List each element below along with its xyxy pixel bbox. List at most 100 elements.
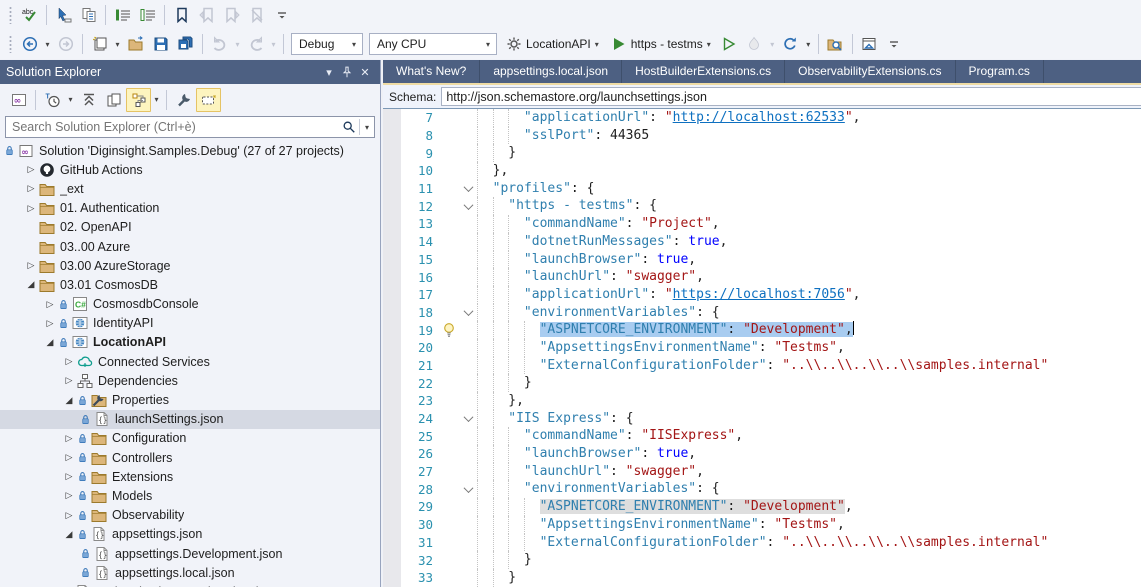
save-button[interactable] bbox=[148, 32, 173, 56]
sync-with-active-document-button[interactable] bbox=[126, 88, 151, 112]
code-text[interactable]: } bbox=[477, 144, 516, 162]
fold-margin[interactable] bbox=[459, 309, 477, 316]
breakpoint-margin[interactable] bbox=[383, 127, 401, 145]
tree-item[interactable]: ▷_ext bbox=[0, 179, 380, 198]
toolbar-overflow-button[interactable] bbox=[269, 3, 294, 27]
tree-item[interactable]: ▷GitHub Actions bbox=[0, 160, 380, 179]
tree-item[interactable]: AuthenticationSampleApi.xml bbox=[0, 582, 380, 587]
breakpoint-margin[interactable] bbox=[383, 144, 401, 162]
code-text[interactable]: "ExternalConfigurationFolder": "..\\..\\… bbox=[477, 357, 1048, 375]
collapse-arrow-icon[interactable]: ◢ bbox=[61, 529, 77, 540]
document-tab[interactable]: appsettings.local.json bbox=[480, 60, 622, 83]
code-text[interactable]: }, bbox=[477, 392, 524, 410]
collapse-arrow-icon[interactable]: ◢ bbox=[23, 279, 39, 290]
fold-collapse-icon[interactable] bbox=[463, 182, 473, 192]
breakpoint-margin[interactable] bbox=[383, 286, 401, 304]
code-text[interactable]: "sslPort": 44365 bbox=[477, 127, 649, 145]
code-editor[interactable]: 7"applicationUrl": "http://localhost:625… bbox=[383, 109, 1141, 587]
breakpoint-margin[interactable] bbox=[383, 374, 401, 392]
document-tab[interactable]: ObservabilityExtensions.cs bbox=[785, 60, 955, 83]
code-text[interactable]: "applicationUrl": "https://localhost:705… bbox=[477, 286, 860, 304]
code-line[interactable]: 8"sslPort": 44365 bbox=[383, 127, 1141, 145]
schema-input[interactable] bbox=[441, 87, 1141, 106]
expand-arrow-icon[interactable]: ▷ bbox=[42, 299, 58, 310]
code-text[interactable]: } bbox=[477, 374, 532, 392]
code-line[interactable]: 28"environmentVariables": { bbox=[383, 480, 1141, 498]
code-text[interactable]: "launchUrl": "swagger", bbox=[477, 268, 704, 286]
code-text[interactable]: "commandName": "Project", bbox=[477, 215, 720, 233]
tree-item[interactable]: ▷Dependencies bbox=[0, 371, 380, 390]
fold-collapse-icon[interactable] bbox=[463, 200, 473, 210]
dropdown-caret-icon[interactable]: ▾ bbox=[268, 32, 279, 56]
code-line[interactable]: 25"commandName": "IISExpress", bbox=[383, 427, 1141, 445]
uncomment-lines-button[interactable] bbox=[135, 3, 160, 27]
expand-arrow-icon[interactable]: ▷ bbox=[23, 183, 39, 194]
code-line[interactable]: 31"ExternalConfigurationFolder": "..\\..… bbox=[383, 534, 1141, 552]
code-line[interactable]: 16"launchUrl": "swagger", bbox=[383, 268, 1141, 286]
tree-item[interactable]: ◢LocationAPI bbox=[0, 333, 380, 352]
expand-arrow-icon[interactable]: ▷ bbox=[23, 260, 39, 271]
toolbar-drag-handle[interactable] bbox=[8, 6, 13, 24]
bookmark-clear-button[interactable] bbox=[244, 3, 269, 27]
breakpoint-margin[interactable] bbox=[383, 180, 401, 198]
dropdown-caret-icon[interactable]: ▾ bbox=[65, 88, 76, 112]
code-line[interactable]: 32} bbox=[383, 551, 1141, 569]
code-line[interactable]: 17"applicationUrl": "https://localhost:7… bbox=[383, 286, 1141, 304]
code-line[interactable]: 21"ExternalConfigurationFolder": "..\\..… bbox=[383, 357, 1141, 375]
tree-item[interactable]: ▷Controllers bbox=[0, 448, 380, 467]
code-line[interactable]: 13"commandName": "Project", bbox=[383, 215, 1141, 233]
fold-margin[interactable] bbox=[459, 415, 477, 422]
tree-item[interactable]: 02. OpenAPI bbox=[0, 218, 380, 237]
preview-selected-items-button[interactable] bbox=[196, 88, 221, 112]
tree-item[interactable]: ◢Properties bbox=[0, 390, 380, 409]
forward-button[interactable] bbox=[53, 32, 78, 56]
tree-item[interactable]: 03..00 Azure bbox=[0, 237, 380, 256]
expand-arrow-icon[interactable]: ▷ bbox=[61, 375, 77, 386]
code-line[interactable]: 15"launchBrowser": true, bbox=[383, 251, 1141, 269]
document-tab[interactable]: Program.cs bbox=[956, 60, 1044, 83]
breakpoint-margin[interactable] bbox=[383, 463, 401, 481]
fold-margin[interactable] bbox=[459, 203, 477, 210]
tree-item[interactable]: ▷IdentityAPI bbox=[0, 314, 380, 333]
code-line[interactable]: 20"AppsettingsEnvironmentName": "Testms"… bbox=[383, 339, 1141, 357]
save-all-button[interactable] bbox=[173, 32, 198, 56]
solution-home-button[interactable] bbox=[857, 32, 882, 56]
breakpoint-margin[interactable] bbox=[383, 534, 401, 552]
bookmark-button[interactable] bbox=[169, 3, 194, 27]
code-text[interactable]: }, bbox=[477, 162, 508, 180]
play-outline-button[interactable] bbox=[717, 32, 742, 56]
breakpoint-margin[interactable] bbox=[383, 109, 401, 127]
copy-structure-button[interactable] bbox=[76, 3, 101, 27]
toolbar-drag-handle[interactable] bbox=[8, 35, 13, 53]
fold-collapse-icon[interactable] bbox=[463, 306, 473, 316]
tree-item[interactable]: ◢{}appsettings.json bbox=[0, 525, 380, 544]
bookmark-next-button[interactable] bbox=[219, 3, 244, 27]
breakpoint-margin[interactable] bbox=[383, 339, 401, 357]
fold-collapse-icon[interactable] bbox=[463, 412, 473, 422]
fold-margin[interactable] bbox=[459, 185, 477, 192]
breakpoint-margin[interactable] bbox=[383, 233, 401, 251]
code-line[interactable]: 24"IIS Express": { bbox=[383, 410, 1141, 428]
code-text[interactable]: "launchBrowser": true, bbox=[477, 251, 696, 269]
find-in-files-button[interactable] bbox=[823, 32, 848, 56]
tree-item[interactable]: {}appsettings.Development.json bbox=[0, 544, 380, 563]
hot-reload-button[interactable] bbox=[742, 32, 767, 56]
code-text[interactable]: "ExternalConfigurationFolder": "..\\..\\… bbox=[477, 534, 1048, 552]
breakpoint-margin[interactable] bbox=[383, 445, 401, 463]
dropdown-caret-icon[interactable]: ▾ bbox=[112, 32, 123, 56]
restart-button[interactable] bbox=[778, 32, 803, 56]
breakpoint-margin[interactable] bbox=[383, 304, 401, 322]
tree-item[interactable]: ∞Solution 'Diginsight.Samples.Debug' (27… bbox=[0, 141, 380, 160]
code-text[interactable]: "launchUrl": "swagger", bbox=[477, 463, 704, 481]
tree-item[interactable]: {}launchSettings.json bbox=[0, 410, 380, 429]
code-line[interactable]: 26"launchBrowser": true, bbox=[383, 445, 1141, 463]
code-text[interactable]: } bbox=[477, 569, 516, 587]
code-line[interactable]: 14"dotnetRunMessages": true, bbox=[383, 233, 1141, 251]
tree-item[interactable]: ▷Connected Services bbox=[0, 352, 380, 371]
toolbar-overflow-button[interactable] bbox=[882, 32, 907, 56]
expand-arrow-icon[interactable]: ▷ bbox=[61, 490, 77, 501]
tree-item[interactable]: ▷01. Authentication bbox=[0, 199, 380, 218]
lightbulb-icon[interactable] bbox=[441, 322, 457, 338]
code-text[interactable]: "AppsettingsEnvironmentName": "Testms", bbox=[477, 339, 845, 357]
expand-arrow-icon[interactable]: ▷ bbox=[61, 356, 77, 367]
